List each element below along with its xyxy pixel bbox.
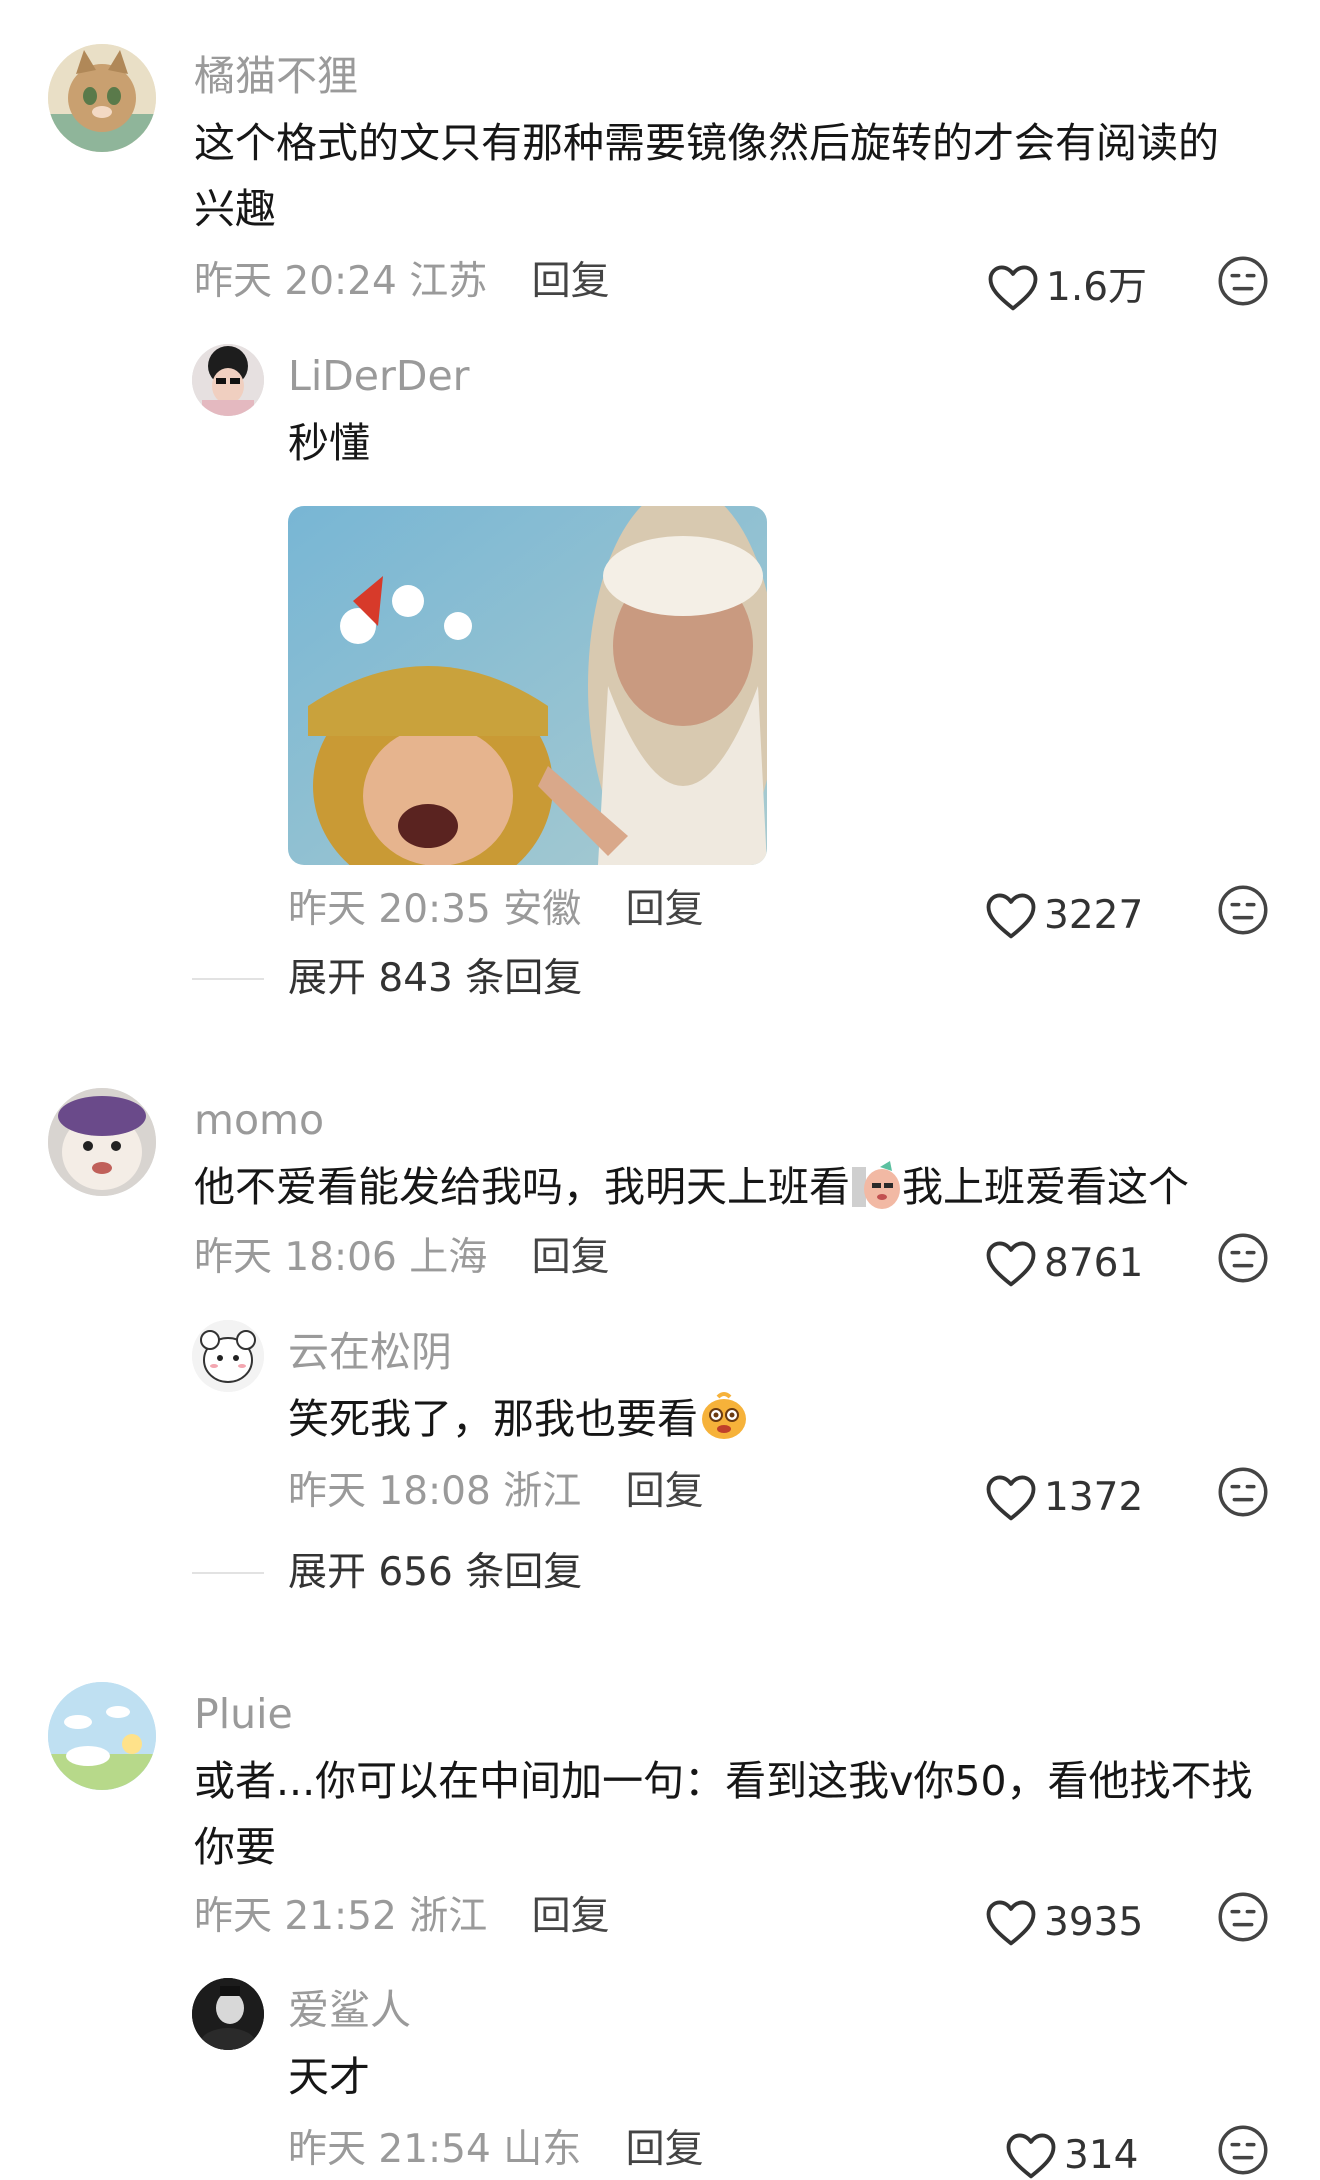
expand-replies-button[interactable]: 展开 656 条回复 xyxy=(288,1553,582,1592)
avatar[interactable] xyxy=(48,44,156,152)
neutral-face-icon[interactable] xyxy=(1217,255,1269,307)
comment-meta: 昨天 20:24 江苏 回复 xyxy=(194,262,610,301)
like-button[interactable]: 3935 xyxy=(984,1897,1143,1947)
avatar[interactable] xyxy=(48,1682,156,1790)
heart-outline-icon xyxy=(986,1475,1036,1521)
username[interactable]: 橘猫不狸 xyxy=(194,56,358,97)
username[interactable]: Pluie xyxy=(194,1694,293,1735)
avatar[interactable] xyxy=(48,1088,156,1196)
heart-outline-icon xyxy=(986,1900,1036,1946)
reply-text: 天才 xyxy=(288,2053,370,2101)
like-count: 8761 xyxy=(1044,1240,1144,1286)
reply-button[interactable]: 回复 xyxy=(626,2127,704,2172)
location: 浙江 xyxy=(409,1894,488,1939)
avatar[interactable] xyxy=(192,1978,264,2050)
comment-text: 或者...你可以在中间加一句：看到这我v你50，看他找不找你要 xyxy=(194,1757,1253,1871)
neutral-face-icon[interactable] xyxy=(1217,2124,1269,2176)
comment-text-part: 我上班爱看这个 xyxy=(902,1163,1189,1211)
divider xyxy=(192,978,264,980)
timestamp: 昨天 20:35 xyxy=(288,887,491,932)
reply-button[interactable]: 回复 xyxy=(532,1235,610,1280)
timestamp: 昨天 18:08 xyxy=(288,1469,491,1514)
location: 江苏 xyxy=(409,259,488,304)
like-button[interactable]: 8761 xyxy=(984,1238,1143,1288)
reply-meta: 昨天 20:35 安徽 回复 xyxy=(288,890,704,929)
comment-meta: 昨天 18:06 上海 回复 xyxy=(194,1238,610,1277)
heart-outline-icon xyxy=(986,893,1036,939)
like-count: 314 xyxy=(1064,2132,1139,2178)
username[interactable]: 云在松阴 xyxy=(288,1332,452,1373)
timestamp: 昨天 18:06 xyxy=(194,1235,397,1280)
reply-text: 笑死我了，那我也要看 xyxy=(288,1386,750,1452)
reply-button[interactable]: 回复 xyxy=(626,887,704,932)
comment-text-part: 他不爱看能发给我吗，我明天上班看 xyxy=(194,1163,850,1211)
avatar[interactable] xyxy=(192,1320,264,1392)
expand-replies-button[interactable]: 展开 843 条回复 xyxy=(288,959,582,998)
divider xyxy=(192,1572,264,1574)
reply-button[interactable]: 回复 xyxy=(626,1469,704,1514)
location: 浙江 xyxy=(503,1469,582,1514)
peeking-sticker-icon xyxy=(852,1161,900,1209)
avatar[interactable] xyxy=(192,344,264,416)
like-button[interactable]: 3227 xyxy=(984,890,1143,940)
username[interactable]: 爱鲨人 xyxy=(288,1990,411,2031)
reply-meta: 昨天 21:54 山东 回复 xyxy=(288,2130,704,2169)
neutral-face-icon[interactable] xyxy=(1217,884,1269,936)
comment-text: 他不爱看能发给我吗，我明天上班看 我上班爱看这个 xyxy=(194,1154,1189,1220)
neutral-face-icon[interactable] xyxy=(1217,1232,1269,1284)
username[interactable]: momo xyxy=(194,1100,324,1141)
reply-button[interactable]: 回复 xyxy=(532,1894,610,1939)
reply-meta: 昨天 18:08 浙江 回复 xyxy=(288,1472,704,1511)
like-count: 1372 xyxy=(1044,1474,1144,1520)
reply-text-part: 笑死我了，那我也要看 xyxy=(288,1395,698,1443)
like-count: 3227 xyxy=(1044,892,1144,938)
heart-outline-icon xyxy=(986,1241,1036,1287)
location: 山东 xyxy=(503,2127,582,2172)
like-count: 3935 xyxy=(1044,1899,1144,1945)
laughing-face-emoji-icon xyxy=(702,1392,746,1439)
reply-image[interactable] xyxy=(288,506,767,865)
username[interactable]: LiDerDer xyxy=(288,356,470,397)
location: 安徽 xyxy=(503,887,582,932)
neutral-face-icon[interactable] xyxy=(1217,1891,1269,1943)
like-button[interactable]: 1372 xyxy=(984,1472,1143,1522)
neutral-face-icon[interactable] xyxy=(1217,1466,1269,1518)
comment-meta: 昨天 21:52 浙江 回复 xyxy=(194,1897,610,1936)
timestamp: 昨天 20:24 xyxy=(194,259,397,304)
timestamp: 昨天 21:54 xyxy=(288,2127,491,2172)
location: 上海 xyxy=(409,1235,488,1280)
comment-text: 这个格式的文只有那种需要镜像然后旋转的才会有阅读的兴趣 xyxy=(194,119,1219,233)
like-button[interactable]: 1.6万 xyxy=(986,262,1147,312)
heart-outline-icon xyxy=(988,265,1038,311)
timestamp: 昨天 21:52 xyxy=(194,1894,397,1939)
like-count: 1.6万 xyxy=(1046,264,1148,310)
reply-text: 秒懂 xyxy=(288,419,370,467)
reply-button[interactable]: 回复 xyxy=(532,259,610,304)
